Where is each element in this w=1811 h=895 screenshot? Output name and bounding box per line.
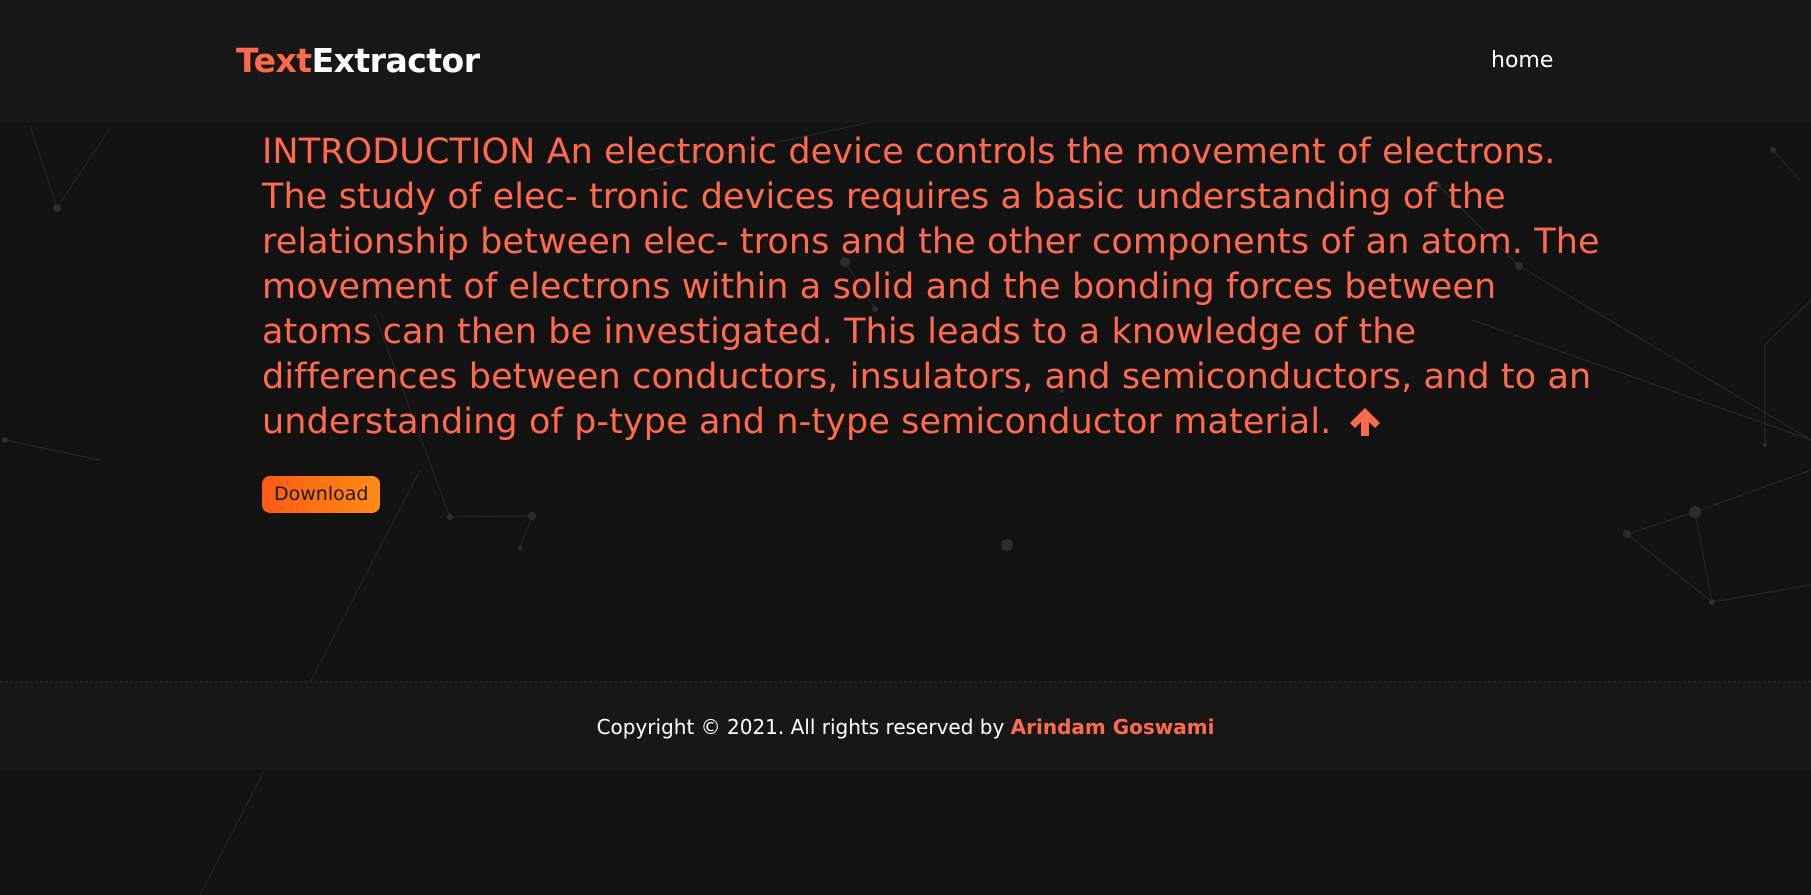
extracted-text-block: INTRODUCTION An electronic device contro… — [262, 130, 1602, 445]
brand-logo[interactable]: TextExtractor — [236, 41, 480, 81]
footer: Copyright © 2021. All rights reserved by… — [0, 681, 1811, 770]
nav-link-home[interactable]: home — [1491, 46, 1553, 76]
arrow-up-icon[interactable] — [1349, 407, 1381, 437]
download-button[interactable]: Download — [262, 476, 381, 513]
extracted-text: INTRODUCTION An electronic device contro… — [262, 132, 1600, 442]
copyright-prefix: Copyright © 2021. All rights reserved by — [596, 715, 1005, 739]
main-content: INTRODUCTION An electronic device contro… — [262, 130, 1602, 513]
copyright-text: Copyright © 2021. All rights reserved by… — [0, 714, 1811, 740]
brand-logo-part-a: Text — [236, 41, 312, 80]
page: TextExtractor home INTRODUCTION An elect… — [0, 0, 1811, 895]
author-name: Arindam Goswami — [1010, 715, 1215, 739]
top-navbar: TextExtractor home — [0, 0, 1811, 123]
brand-logo-part-b: Extractor — [311, 41, 480, 80]
